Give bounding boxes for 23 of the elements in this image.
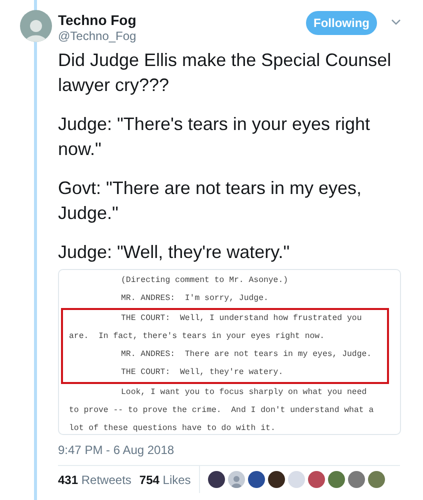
transcript-line: to prove -- to prove the crime. And I don't understand what a [69, 405, 375, 417]
tweet-text: Did Judge Ellis make the Special Counsel lawyer cry??? [58, 49, 392, 97]
stat-count[interactable]: 431 Retweets [58, 470, 132, 488]
tweet-text: Govt: "There are not tears in my eyes, Judge." [58, 177, 363, 225]
tweet-text: Judge: "Well, they're watery." [58, 241, 291, 264]
avatar[interactable] [20, 10, 52, 42]
transcript-line: are. In fact, there's tears in your eyes right now. [69, 331, 326, 343]
tweet-text: Judge: "There's tears in your eyes right now." [58, 113, 371, 161]
liker-avatar[interactable] [208, 471, 225, 488]
transcript-line: MR. ANDRES: There are not tears in my eyes, Judge. [120, 349, 373, 361]
author-handle[interactable]: @Techno_Fog [58, 29, 136, 44]
stat-count[interactable]: 754 Likes [139, 470, 191, 488]
transcript-line: lot of these questions have to do with it. [69, 423, 276, 435]
transcript-line: THE COURT: Well, they're watery. [120, 367, 284, 379]
transcript-line: THE COURT: Well, I understand how frustrated you [120, 313, 363, 325]
author-name[interactable]: Techno Fog [58, 12, 136, 29]
liker-avatar[interactable] [268, 471, 285, 488]
timestamp[interactable]: 9:47 PM - 6 Aug 2018 [58, 441, 423, 459]
transcript-line: Look, I want you to focus sharply on what you need [120, 387, 368, 399]
transcript-line: MR. ANDRES: I'm sorry, Judge. [120, 293, 270, 305]
transcript-line: (Directing comment to Mr. Asonye.) [120, 275, 290, 287]
liker-avatar[interactable] [248, 471, 265, 488]
chevron-icon[interactable] [391, 19, 401, 25]
